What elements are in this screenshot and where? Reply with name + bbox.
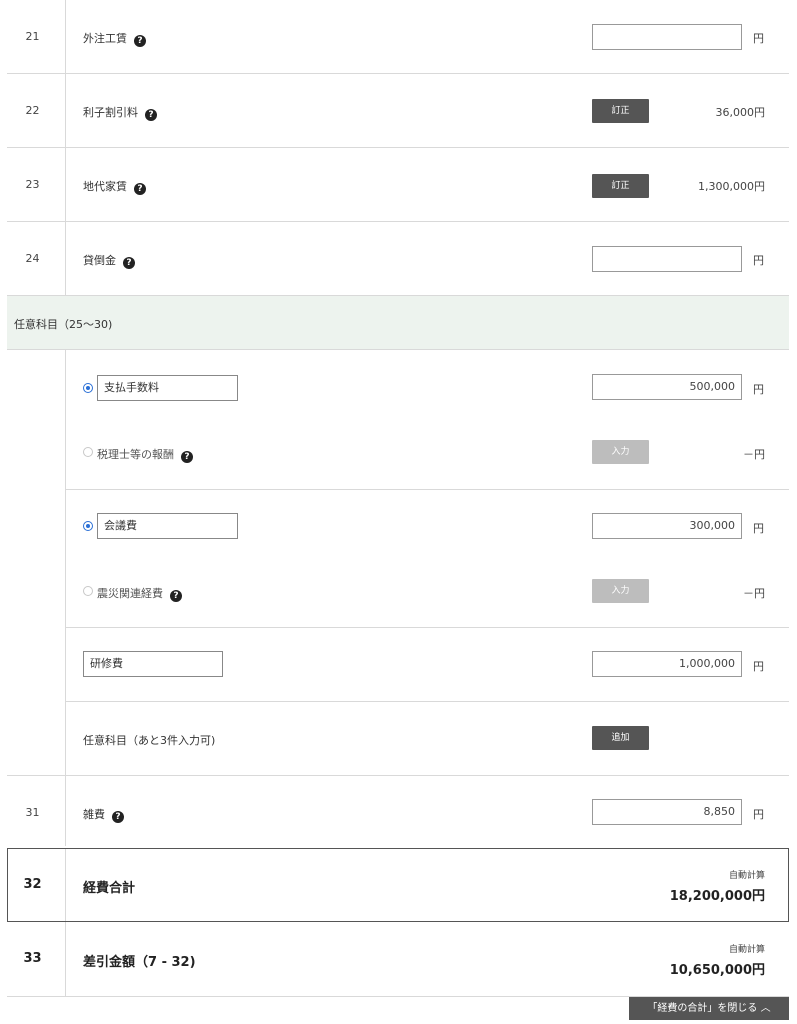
input-button[interactable]: 入力 [592,579,649,603]
yen-unit: 円 [753,32,764,45]
add-button[interactable]: 追加 [592,726,649,750]
outsourcing-wage-input[interactable] [592,24,742,50]
preset-item-label: 震災関連経費? [97,585,182,602]
preset-item-radio[interactable] [83,447,93,457]
help-icon[interactable]: ? [134,183,146,195]
row-number: 24 [25,252,40,265]
row-value: 36,000円 [715,106,766,119]
row-label-text: 地代家賃 [83,180,127,193]
difference-value: 10,650,000円 [669,963,765,978]
row-label: 地代家賃? [83,178,146,195]
misc-expense-input[interactable]: 8,850 [592,799,742,825]
help-icon[interactable]: ? [112,811,124,823]
help-icon[interactable]: ? [134,35,146,47]
row-label: 外注工賃? [83,30,146,47]
group-divider [65,627,789,628]
auto-calc-label: 自動計算 [728,871,765,881]
yen-unit: 円 [753,808,764,821]
row-number: 22 [25,104,40,117]
help-icon[interactable]: ? [181,451,193,463]
help-icon[interactable]: ? [170,590,182,602]
preset-item-radio[interactable] [83,586,93,596]
yen-unit: 円 [753,660,764,673]
optional-remaining-label: 任意科目（あと3件入力可) [83,734,216,747]
preset-item-label: 税理士等の報酬? [97,446,193,463]
column-divider [65,849,66,921]
custom-item-name-field[interactable]: 会議費 [97,513,238,539]
preset-item-label-text: 税理士等の報酬 [97,448,174,461]
custom-item-name-field[interactable]: 研修費 [83,651,223,677]
custom-item-name-field[interactable]: 支払手数料 [97,375,238,401]
row-label: 貸倒金? [83,252,135,269]
correct-button[interactable]: 訂正 [592,99,649,123]
optional-section-header: 任意科目（25〜30) [7,296,789,350]
group-divider [65,489,789,490]
custom-item-amount-field[interactable]: 1,000,000 [592,651,742,677]
total-value: 18,200,000円 [669,889,765,904]
row-label-text: 貸倒金 [83,254,116,267]
correct-button[interactable]: 訂正 [592,174,649,198]
row-number: 31 [25,806,40,819]
row-divider [7,775,789,776]
input-button[interactable]: 入力 [592,440,649,464]
auto-calc-label: 自動計算 [728,945,765,955]
preset-item-value: －円 [743,448,765,461]
row-number: 32 [23,877,42,892]
custom-item-radio[interactable] [83,521,93,531]
row-number: 33 [23,951,42,966]
custom-item-amount-field[interactable]: 500,000 [592,374,742,400]
preset-item-value: －円 [743,587,765,600]
bad-debt-input[interactable] [592,246,742,272]
column-divider [65,350,66,846]
custom-item-amount-field[interactable]: 300,000 [592,513,742,539]
help-icon[interactable]: ? [123,257,135,269]
row-label: 経費合計 [83,881,136,896]
row-number: 23 [25,178,40,191]
preset-item-label-text: 震災関連経費 [97,587,163,600]
help-icon[interactable]: ? [145,109,157,121]
row-number: 21 [25,30,40,43]
close-expense-total-button[interactable]: 「経費の合計」を閉じる ︿ [629,997,789,1020]
row-label: 雑費? [83,806,124,823]
row-label: 差引金額（7 - 32) [83,955,196,970]
row-label-text: 利子割引料 [83,106,138,119]
row-label-text: 雑費 [83,808,105,821]
yen-unit: 円 [753,383,764,396]
yen-unit: 円 [753,254,764,267]
section-title: 任意科目（25〜30) [14,318,113,331]
yen-unit: 円 [753,522,764,535]
row-label: 利子割引料? [83,104,157,121]
custom-item-radio[interactable] [83,383,93,393]
row-label-text: 外注工賃 [83,32,127,45]
row-value: 1,300,000円 [698,180,765,193]
group-divider [65,701,789,702]
